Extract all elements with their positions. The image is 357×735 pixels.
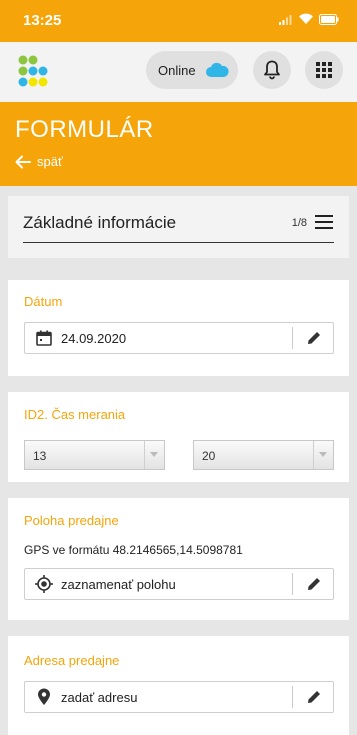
edit-pencil-icon[interactable] <box>306 689 322 705</box>
arrow-left-icon <box>15 155 31 168</box>
record-location-field[interactable]: zaznamenať polohu <box>24 568 334 600</box>
hour-value: 13 <box>33 449 47 463</box>
notifications-button[interactable] <box>253 51 291 89</box>
gps-target-icon <box>35 575 53 593</box>
time-card: ID2. Čas merania 13 20 <box>8 392 349 482</box>
address-card: Adresa predajne zadať adresu <box>8 636 349 735</box>
date-field[interactable]: 24.09.2020 <box>24 322 334 354</box>
minute-value: 20 <box>202 449 216 463</box>
field-divider <box>292 686 293 708</box>
grid-icon <box>316 62 332 78</box>
location-card: Poloha predajne GPS ve formátu 48.214656… <box>8 498 349 620</box>
date-card: Dátum 24.09.2020 <box>8 280 349 376</box>
cloud-icon <box>206 62 229 77</box>
status-time: 13:25 <box>23 12 62 29</box>
address-action-label: zadať adresu <box>61 690 138 705</box>
bell-icon <box>264 60 280 80</box>
section-title: Základné informácie <box>23 213 177 232</box>
section-header: Základné informácie 1/8 <box>8 196 349 258</box>
section-counter: 1/8 <box>291 217 307 229</box>
status-bar: 13:25 <box>0 0 357 42</box>
time-label: ID2. Čas merania <box>24 407 126 422</box>
date-value: 24.09.2020 <box>61 331 127 346</box>
wifi-icon <box>299 13 313 24</box>
status-icons <box>279 13 339 25</box>
back-link[interactable]: späť <box>15 154 63 169</box>
minute-select[interactable]: 20 <box>193 440 334 470</box>
record-location-label: zaznamenať polohu <box>61 577 176 592</box>
gps-coordinates: GPS ve formátu 48.2146565,14.5098781 <box>24 543 243 557</box>
map-pin-icon <box>38 688 50 705</box>
dropdown-arrow-icon <box>319 452 327 457</box>
back-link-label: späť <box>37 154 63 169</box>
select-divider <box>144 441 145 469</box>
signal-icon <box>279 14 292 25</box>
field-divider <box>292 327 293 349</box>
address-label: Adresa predajne <box>24 653 120 668</box>
app-logo <box>18 55 48 87</box>
edit-pencil-icon[interactable] <box>306 330 322 346</box>
date-label: Dátum <box>24 294 63 309</box>
app-header: Online <box>0 42 357 102</box>
page-title: FORMULÁR <box>15 116 154 143</box>
select-divider <box>313 441 314 469</box>
apps-menu-button[interactable] <box>305 51 343 89</box>
hamburger-menu-icon[interactable] <box>315 215 333 229</box>
battery-icon <box>319 13 339 25</box>
field-divider <box>292 573 293 595</box>
online-status-label: Online <box>158 62 196 78</box>
location-label: Poloha predajne <box>24 513 119 528</box>
calendar-icon <box>36 330 52 346</box>
online-status-pill[interactable]: Online <box>146 51 238 89</box>
form-title-band: FORMULÁR späť <box>0 102 357 186</box>
address-field[interactable]: zadať adresu <box>24 681 334 713</box>
section-divider <box>23 242 334 243</box>
hour-select[interactable]: 13 <box>24 440 165 470</box>
edit-pencil-icon[interactable] <box>306 576 322 592</box>
dropdown-arrow-icon <box>150 452 158 457</box>
